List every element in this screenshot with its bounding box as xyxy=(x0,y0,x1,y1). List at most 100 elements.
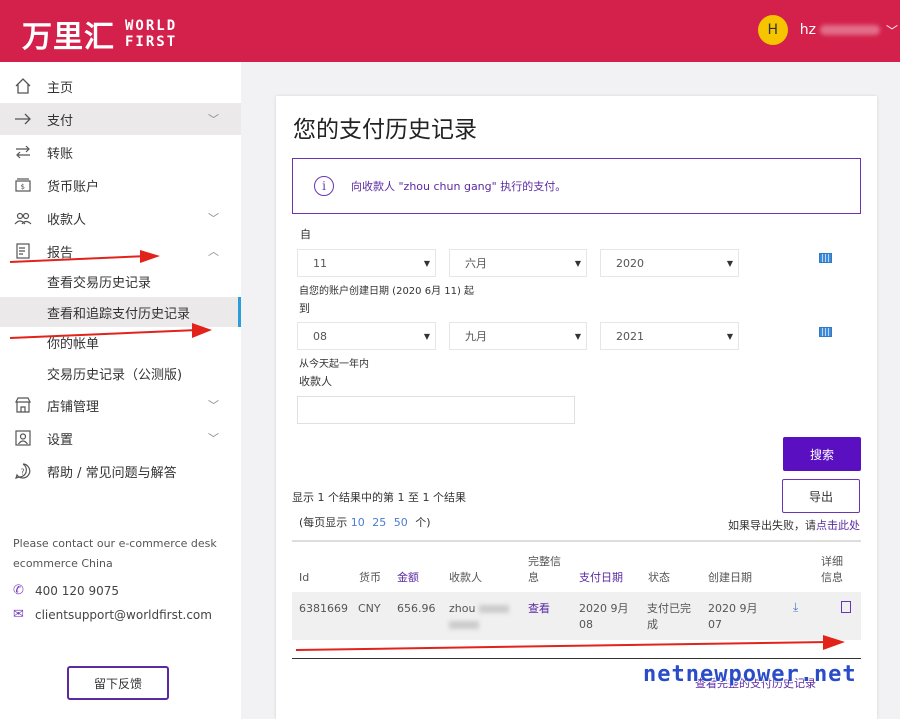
logo-chinese-text: 万里汇 xyxy=(22,20,115,55)
payment-history-card: 您的支付历史记录 i 向收款人 "zhou chun gang" 执行的支付。 … xyxy=(276,96,877,719)
feedback-button[interactable]: 留下反馈 xyxy=(67,666,169,700)
sidebar-subitem-label: 查看交易历史记录 xyxy=(47,275,152,291)
sidebar-subitem-payment-history[interactable]: 查看和追踪支付历史记录 xyxy=(0,297,241,327)
settings-icon xyxy=(12,427,34,449)
sidebar-item-payments[interactable]: 支付 ﹀ xyxy=(0,103,241,135)
export-fail-link[interactable]: 点击此处 xyxy=(816,519,860,532)
from-day-select[interactable]: 11 ▼ xyxy=(297,249,436,277)
sidebar-item-label: 收款人 xyxy=(47,212,87,228)
caret-down-icon: ▼ xyxy=(726,331,733,341)
to-year-select[interactable]: 2021 ▼ xyxy=(600,322,739,350)
per-page-50[interactable]: 50 xyxy=(394,516,408,529)
to-day-select[interactable]: 08 ▼ xyxy=(297,322,436,350)
cell-created-line1: 2020 9月 xyxy=(708,602,758,615)
sidebar-item-label: 货币账户 xyxy=(47,179,100,195)
search-button[interactable]: 搜索 xyxy=(783,437,861,471)
to-month-select[interactable]: 九月 ▼ xyxy=(449,322,587,350)
download-icon[interactable]: ⤓ xyxy=(793,600,798,615)
cell-status-line2: 成 xyxy=(647,618,658,631)
from-month-select[interactable]: 六月 ▼ xyxy=(449,249,587,277)
info-banner: i 向收款人 "zhou chun gang" 执行的支付。 xyxy=(292,158,861,214)
calendar-icon[interactable] xyxy=(819,253,832,263)
to-label: 到 xyxy=(299,302,310,315)
to-day-value: 08 xyxy=(313,329,327,343)
watermark: netnewpower.net xyxy=(643,662,857,687)
contact-text: Please contact our e-commerce desk ecomm… xyxy=(13,537,217,570)
cell-status-line1: 支付已完 xyxy=(647,602,691,615)
per-page-suffix: 个) xyxy=(415,516,431,529)
user-menu[interactable]: H hz ﹀ xyxy=(757,15,898,45)
from-year-select[interactable]: 2020 ▼ xyxy=(600,249,739,277)
sidebar-item-label: 设置 xyxy=(47,432,74,448)
contact-phone[interactable]: ✆ 400 120 9075 xyxy=(13,583,119,598)
to-year-value: 2021 xyxy=(616,329,644,343)
col-header-full-info: 完整信 息 xyxy=(528,554,561,586)
svg-text:?: ? xyxy=(21,468,25,477)
redacted-name xyxy=(819,25,880,35)
phone-number: 400 120 9075 xyxy=(35,583,119,598)
svg-text:$: $ xyxy=(21,183,25,191)
to-hint: 从今天起一年内 xyxy=(299,359,369,370)
col-header-payee: 收款人 xyxy=(449,571,482,584)
cell-pay-date-line1: 2020 9月 xyxy=(579,602,629,615)
per-page-selector: (每页显示 10 25 50 个) xyxy=(299,514,431,530)
caret-down-icon: ▼ xyxy=(423,258,430,268)
from-label: 自 xyxy=(300,228,311,241)
sidebar-item-currency-accounts[interactable]: $ 货币账户 xyxy=(0,169,241,201)
mail-icon: ✉ xyxy=(13,607,24,622)
sidebar-item-label: 转账 xyxy=(47,146,74,162)
logo-line2: FIRST xyxy=(125,34,178,50)
sidebar-subitem-statements[interactable]: 你的帐单 xyxy=(0,327,241,357)
sidebar-subitem-transaction-history-beta[interactable]: 交易历史记录（公测版) xyxy=(0,358,241,388)
chevron-down-icon: ﹀ xyxy=(208,113,219,126)
cell-pay-date-line2: 08 xyxy=(579,618,593,631)
sidebar-item-label: 报告 xyxy=(47,245,74,261)
sidebar-item-help[interactable]: ? 帮助 / 常见问题与解答 xyxy=(0,455,241,487)
sidebar-item-transfer[interactable]: 转账 xyxy=(0,136,241,168)
view-details-link[interactable]: 查看 xyxy=(528,601,550,617)
payee-input[interactable] xyxy=(297,396,575,424)
sidebar-subitem-transaction-history[interactable]: 查看交易历史记录 xyxy=(0,266,241,296)
calendar-icon[interactable] xyxy=(819,327,832,337)
sidebar-item-reports[interactable]: 报告 ︿ xyxy=(0,235,241,267)
user-name: hz xyxy=(799,22,816,38)
cell-amount: 656.96 xyxy=(397,602,436,615)
store-icon xyxy=(12,394,34,416)
col-header-detail: 详细 信息 xyxy=(821,554,843,586)
logo[interactable]: 万里汇 WORLD FIRST xyxy=(22,12,177,56)
people-icon xyxy=(12,207,34,229)
transfer-icon xyxy=(12,141,34,163)
cell-status: 支付已完 成 xyxy=(647,601,691,633)
email-address: clientsupport@worldfirst.com xyxy=(35,607,212,622)
cell-pay-date: 2020 9月 08 xyxy=(579,601,629,633)
sidebar-item-settings[interactable]: 设置 ﹀ xyxy=(0,422,241,454)
document-icon[interactable] xyxy=(841,601,851,613)
col-header-status: 状态 xyxy=(648,571,670,584)
to-month-value: 九月 xyxy=(465,330,487,343)
per-page-10[interactable]: 10 xyxy=(351,516,365,529)
from-month-value: 六月 xyxy=(465,257,487,270)
info-icon: i xyxy=(314,176,334,196)
sidebar-item-home[interactable]: 主页 xyxy=(0,70,241,102)
col-header-detail-line2: 信息 xyxy=(821,571,843,584)
report-icon xyxy=(12,240,34,262)
per-page-25[interactable]: 25 xyxy=(372,516,386,529)
col-header-pay-date[interactable]: 支付日期 xyxy=(579,570,623,586)
sidebar-subitem-label: 你的帐单 xyxy=(47,336,100,352)
col-header-amount[interactable]: 金额 xyxy=(397,570,419,586)
export-fail-note: 如果导出失败，请点击此处 xyxy=(728,517,860,533)
logo-line1: WORLD xyxy=(125,18,178,34)
cell-created: 2020 9月 07 xyxy=(708,601,758,633)
sidebar-item-store-management[interactable]: 店铺管理 ﹀ xyxy=(0,389,241,421)
page-title: 您的支付历史记录 xyxy=(293,117,477,143)
top-header: 万里汇 WORLD FIRST H hz ﹀ xyxy=(0,0,900,62)
contact-email[interactable]: ✉ clientsupport@worldfirst.com xyxy=(13,607,212,622)
redacted-text xyxy=(449,621,479,629)
cell-payee: zhou xyxy=(449,601,509,633)
chevron-up-icon: ︿ xyxy=(208,245,219,258)
table-top-border xyxy=(292,540,861,542)
sidebar-item-payees[interactable]: 收款人 ﹀ xyxy=(0,202,241,234)
sidebar-item-label: 主页 xyxy=(47,80,74,96)
export-button[interactable]: 导出 xyxy=(782,479,860,513)
cell-id: 6381669 xyxy=(299,602,348,615)
